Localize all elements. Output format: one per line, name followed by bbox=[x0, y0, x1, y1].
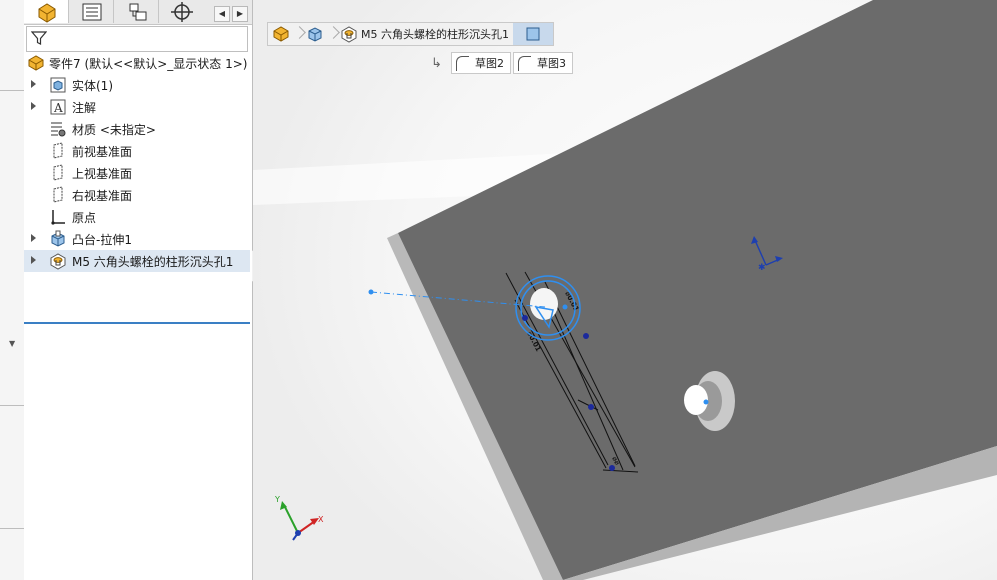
expand-arrow-icon[interactable] bbox=[31, 256, 36, 264]
part-icon bbox=[28, 55, 44, 71]
svg-text:✱: ✱ bbox=[758, 263, 766, 273]
tree-item-label: 原点 bbox=[72, 211, 97, 225]
tree-item-label: 前视基准面 bbox=[72, 145, 133, 159]
sketch-button-2[interactable]: 草图3 bbox=[513, 52, 573, 74]
3d-viewport[interactable]: ⌀0.01 ⌀0.01 ⌀⌀ ✱ Y X bbox=[253, 0, 997, 580]
expand-arrow-icon[interactable] bbox=[31, 102, 36, 110]
breadcrumb-separator bbox=[328, 23, 336, 45]
strip-divider bbox=[0, 90, 24, 91]
tab-scroll-right-button[interactable]: ▶ bbox=[232, 6, 248, 22]
panel-tabs: ◀ ▶ bbox=[24, 0, 252, 25]
tree-item-label: 凸台-拉伸1 bbox=[72, 233, 132, 247]
tree-item-material[interactable]: 材质 <未指定> bbox=[24, 118, 250, 140]
triad-x-label: X bbox=[318, 515, 324, 524]
tree-item-label: 材质 <未指定> bbox=[72, 123, 156, 137]
sketch-button-1[interactable]: 草图2 bbox=[451, 52, 511, 74]
feature-manager-panel: ◀ ▶ 零件7 (默认<<默认>_显示状态 1>) 实体(1) A 注解 材质 … bbox=[24, 0, 261, 580]
strip-divider bbox=[0, 405, 24, 406]
breadcrumb: M5 六角头螺栓的柱形沉头孔1 bbox=[267, 22, 554, 46]
boss-extrude-icon bbox=[51, 230, 65, 247]
breadcrumb-face-selector[interactable] bbox=[512, 23, 553, 45]
annotations-icon: A bbox=[50, 99, 66, 115]
plane-icon bbox=[53, 164, 63, 181]
tree-item-label: 右视基准面 bbox=[72, 189, 133, 203]
triad-y-label: Y bbox=[274, 495, 280, 504]
sketch-label: 草图3 bbox=[537, 57, 566, 70]
hole-wizard-icon bbox=[341, 26, 357, 43]
breadcrumb-separator bbox=[294, 23, 302, 45]
origin-icon bbox=[51, 210, 65, 225]
tree-item-label: M5 六角头螺栓的柱形沉头孔1 bbox=[72, 255, 234, 269]
plane-icon bbox=[53, 142, 63, 159]
tree-item-annotations[interactable]: A 注解 bbox=[24, 96, 250, 118]
solid-body-icon bbox=[308, 27, 322, 42]
tab-property-manager[interactable] bbox=[69, 0, 114, 23]
svg-text:A: A bbox=[53, 101, 63, 115]
tree-root-part[interactable]: 零件7 (默认<<默认>_显示状态 1>) bbox=[24, 52, 250, 74]
tab-scroll-left-button[interactable]: ◀ bbox=[214, 6, 230, 22]
breadcrumb-feature[interactable]: M5 六角头螺栓的柱形沉头孔1 bbox=[336, 23, 513, 45]
tab-configuration-manager[interactable] bbox=[114, 0, 159, 23]
dimxpert-icon bbox=[171, 2, 193, 22]
tree-item-origin[interactable]: 原点 bbox=[24, 206, 250, 228]
solid-bodies-icon bbox=[50, 77, 66, 93]
tree-item-label: 实体(1) bbox=[72, 79, 113, 93]
tree-item-label: 上视基准面 bbox=[72, 167, 133, 181]
tree-item-top-plane[interactable]: 上视基准面 bbox=[24, 162, 250, 184]
hole-wizard-icon bbox=[50, 253, 66, 270]
breadcrumb-part[interactable] bbox=[268, 23, 294, 45]
part-icon bbox=[273, 26, 289, 42]
feature-filter-input[interactable] bbox=[26, 26, 248, 52]
tree-item-front-plane[interactable]: 前视基准面 bbox=[24, 140, 250, 162]
selection-underline bbox=[24, 322, 250, 324]
sketch-label: 草图2 bbox=[475, 57, 504, 70]
tab-dimxpert-manager[interactable] bbox=[159, 0, 193, 23]
configuration-manager-icon bbox=[129, 3, 147, 21]
sketch-icon bbox=[456, 55, 469, 71]
part-name-label: 零件7 (默认<<默认>_显示状态 1>) bbox=[49, 57, 248, 71]
collapse-arrow-icon[interactable]: ▼ bbox=[9, 339, 15, 348]
plane-icon bbox=[53, 186, 63, 203]
sketch-icon bbox=[518, 55, 531, 71]
breadcrumb-feature-label: M5 六角头螺栓的柱形沉头孔1 bbox=[361, 28, 509, 41]
graphics-area[interactable]: ⌀0.01 ⌀0.01 ⌀⌀ ✱ Y X M5 六角头螺栓的柱形沉头孔1 ↳ 草… bbox=[253, 0, 997, 580]
tree-item-solid-bodies[interactable]: 实体(1) bbox=[24, 74, 250, 96]
expand-arrow-icon[interactable] bbox=[31, 80, 36, 88]
tab-feature-manager[interactable] bbox=[24, 0, 69, 23]
property-manager-icon bbox=[82, 3, 102, 21]
sketch-references: ↳ 草图2 草图3 bbox=[431, 52, 573, 74]
tree-item-hole-wizard[interactable]: M5 六角头螺栓的柱形沉头孔1 bbox=[24, 250, 250, 272]
sketch-reference-arrow-icon: ↳ bbox=[431, 55, 442, 71]
strip-divider bbox=[0, 528, 24, 529]
tree-item-label: 注解 bbox=[72, 101, 97, 115]
breadcrumb-body[interactable] bbox=[302, 23, 328, 45]
face-icon bbox=[526, 27, 540, 41]
tree-item-boss-extrude[interactable]: 凸台-拉伸1 bbox=[24, 228, 250, 250]
tree-item-right-plane[interactable]: 右视基准面 bbox=[24, 184, 250, 206]
filter-icon bbox=[31, 31, 47, 45]
feature-manager-icon bbox=[38, 3, 56, 23]
material-icon bbox=[51, 122, 66, 137]
expand-arrow-icon[interactable] bbox=[31, 234, 36, 242]
left-edge-strip: ▼ bbox=[0, 0, 25, 580]
